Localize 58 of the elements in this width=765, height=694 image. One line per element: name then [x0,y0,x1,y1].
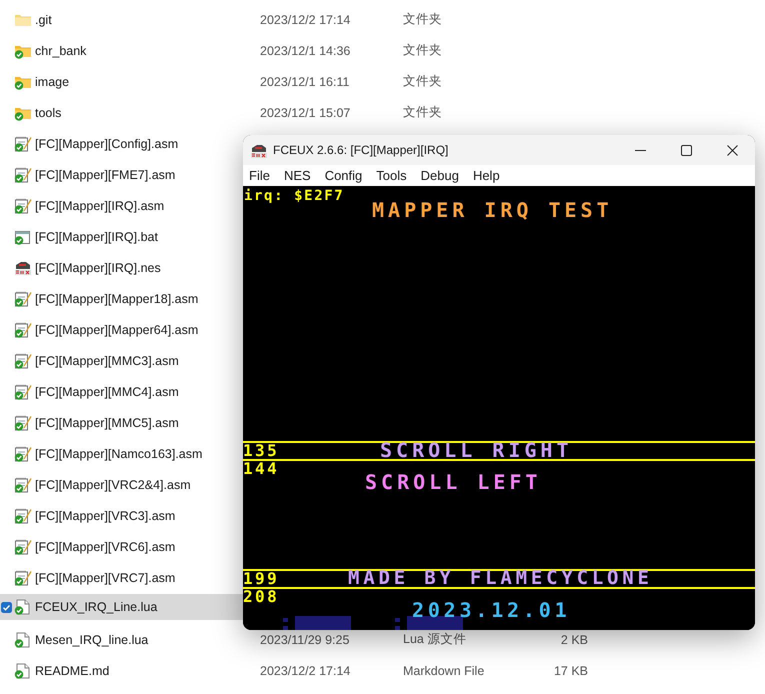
modified-date: 2023/11/29 9:25 [260,632,350,646]
file-name: [FC][Mapper][IRQ].asm [34,198,164,212]
menu-item[interactable]: Config [324,168,362,183]
file-name: [FC][Mapper][IRQ].nes [34,260,161,274]
irq-readout: irq: $E2F7 [244,187,344,205]
file-name: image [34,74,70,88]
maximize-icon [680,144,692,156]
screen-text: 2023.12.01 [412,601,570,619]
window-title: FCEUX 2.6.6: [FC][Mapper][IRQ] [273,143,448,157]
file-type: Lua 源文件 [403,632,466,646]
file-name: [FC][Mapper][VRC6].asm [34,540,176,554]
file-name: tools [34,106,62,120]
menu-item[interactable]: Help [472,168,500,183]
game-title: MAPPER IRQ TEST [372,201,613,219]
file-name: .git [34,12,52,26]
file-name: [FC][Mapper][FME7].asm [34,168,176,182]
modified-date: 2023/12/2 17:14 [260,12,350,26]
modified-date: 2023/12/1 16:11 [260,74,350,88]
console-icon [251,142,267,158]
menu-item[interactable]: File [249,168,270,183]
menu-item[interactable]: Tools [376,168,407,183]
modified-date: 2023/12/1 15:07 [260,106,350,120]
menu-item[interactable]: NES [284,168,311,183]
file-name: README.md [34,664,110,678]
file-name: [FC][Mapper][MMC5].asm [34,416,179,430]
scanline-number: 135 [243,442,280,460]
close-icon [726,144,738,156]
file-name: [FC][Mapper][Config].asm [34,136,178,150]
file-name: [FC][Mapper][VRC3].asm [34,508,176,522]
file-name: [FC][Mapper][Mapper18].asm [34,292,198,306]
scanline-number: 208 [243,588,280,606]
file-type: 文件夹 [403,105,442,119]
sprite-drawing [395,616,463,630]
file-name: chr_bank [34,44,86,58]
file-type: Markdown File [403,664,484,678]
file-name: [FC][Mapper][VRC2&4].asm [34,478,191,492]
file-size: 2 KB [560,632,588,646]
file-name: [FC][Mapper][MMC4].asm [34,384,179,398]
file-name: [FC][Mapper][Mapper64].asm [34,322,198,336]
scanline-number: 144 [243,460,280,478]
scanline-number: 199 [243,570,280,588]
file-type: 文件夹 [403,43,442,57]
file-name: FCEUX_IRQ_Line.lua [34,600,158,614]
file-type: 文件夹 [403,74,442,88]
modified-date: 2023/12/2 17:14 [260,664,350,678]
file-size: 17 KB [554,664,588,678]
menu-item[interactable]: Debug [420,168,459,183]
file-type: 文件夹 [403,12,442,26]
screen-text: SCROLL LEFT [365,473,542,491]
file-name: [FC][Mapper][MMC3].asm [34,354,179,368]
file-name: [FC][Mapper][Namco163].asm [34,446,202,460]
file-name: [FC][Mapper][IRQ].bat [34,230,158,244]
file-name: [FC][Mapper][VRC7].asm [34,570,176,584]
screen-text: SCROLL RIGHT [380,441,572,459]
sprite-drawing [283,616,351,630]
screen-text: MADE BY FLAMECYCLONE [348,569,653,587]
file-name: Mesen_IRQ_line.lua [34,632,148,646]
modified-date: 2023/12/1 14:36 [260,44,350,58]
